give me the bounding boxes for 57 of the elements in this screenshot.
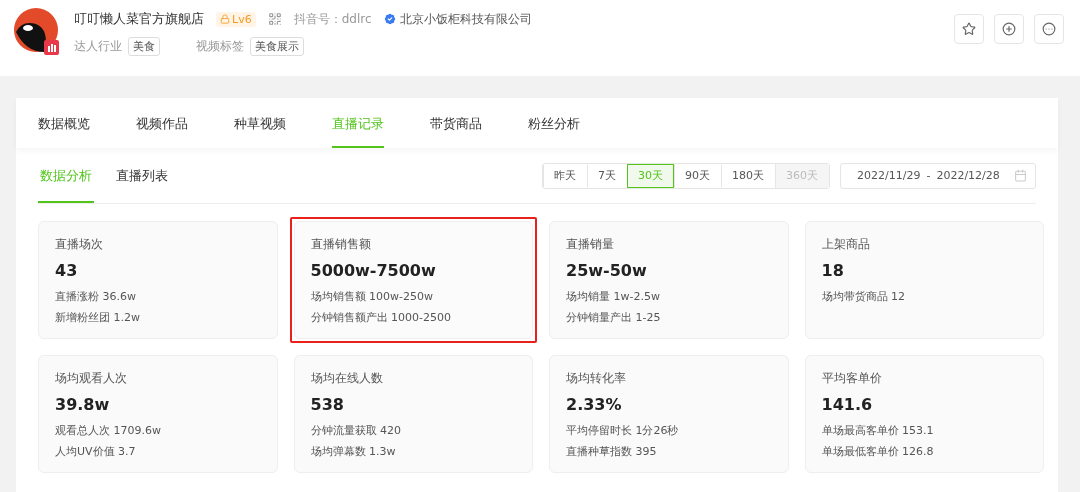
stat-title: 场均转化率 (566, 370, 627, 387)
stat-value: 39.8w (55, 395, 111, 414)
stat-detail: 分钟流量获取 420 (310, 423, 402, 438)
stat-title: 直播场次 (55, 236, 104, 253)
shop-name: 叮叮懒人菜官方旗舰店 (74, 10, 204, 28)
meta-label: 达人行业 (74, 38, 122, 55)
nav-tab[interactable]: 数据概览 (38, 98, 90, 148)
lock-icon (220, 14, 230, 24)
stat-detail: 平均停留时长 1分26秒 (566, 423, 680, 438)
verified-icon (383, 12, 398, 26)
stat-detail: 单场最高客单价 153.1 (821, 423, 935, 438)
calendar-icon (1014, 169, 1027, 182)
stat-detail: 直播涨粉 36.6w (55, 289, 137, 304)
stat-title: 场均在线人数 (310, 370, 384, 387)
meta-tag: 美食 (128, 37, 160, 56)
favorite-button[interactable] (954, 14, 984, 44)
stat-detail: 人均UV价值 3.7 (55, 444, 137, 459)
plus-icon (1002, 22, 1016, 36)
stat-detail: 场均弹幕数 1.3w (310, 444, 397, 459)
stat-value: 43 (55, 261, 79, 280)
stat-detail: 新增粉丝团 1.2w (55, 310, 141, 325)
nav-tab[interactable]: 种草视频 (234, 98, 286, 148)
douyin-id: 抖音号：ddlrc (293, 10, 372, 28)
avatar-logo-icon (14, 8, 62, 56)
stat-title: 场均观看人次 (55, 370, 128, 387)
stat-detail: 场均销售额 100w-250w (310, 289, 434, 304)
star-icon (962, 22, 976, 36)
stat-detail: 直播种草指数 395 (566, 444, 658, 459)
stat-detail: 单场最低客单价 126.8 (821, 444, 935, 459)
sub-tab[interactable]: 直播列表 (114, 148, 170, 203)
add-button[interactable] (994, 14, 1024, 44)
stat-value: 25w-50w (566, 261, 648, 280)
nav-tab[interactable]: 视频作品 (136, 98, 188, 148)
date-range-field[interactable]: 2022/11/29 - 2022/12/28 (840, 162, 1036, 189)
more-icon (1042, 22, 1056, 36)
stat-value: 5000w-7500w (310, 261, 437, 280)
stat-value: 538 (310, 395, 345, 414)
stat-value: 18 (821, 261, 845, 280)
stat-title: 上架商品 (821, 236, 871, 253)
stat-title: 直播销售额 (310, 236, 372, 253)
company-name: 北京小饭柜科技有限公司 (383, 10, 533, 28)
stat-detail: 分钟销售额产出 1000-2500 (310, 310, 452, 325)
stat-title: 直播销量 (566, 236, 615, 253)
meta-tag: 美食展示 (250, 37, 304, 56)
stat-detail: 场均带货商品 12 (821, 289, 906, 304)
stat-detail: 场均销量 1w-2.5w (566, 289, 661, 304)
level-badge: Lv6 (216, 11, 256, 27)
qr-code-icon[interactable] (267, 12, 282, 26)
stat-value: 2.33% (566, 395, 623, 414)
stat-detail: 观看总人次 1709.6w (55, 423, 162, 438)
more-button[interactable] (1034, 14, 1064, 44)
nav-tab[interactable]: 带货商品 (430, 98, 482, 148)
stat-title: 平均客单价 (821, 370, 883, 387)
nav-tab[interactable]: 粉丝分析 (528, 98, 580, 148)
stat-detail: 分钟销量产出 1-25 (566, 310, 662, 325)
stat-value: 141.6 (821, 395, 874, 414)
meta-label: 视频标签 (196, 38, 244, 55)
